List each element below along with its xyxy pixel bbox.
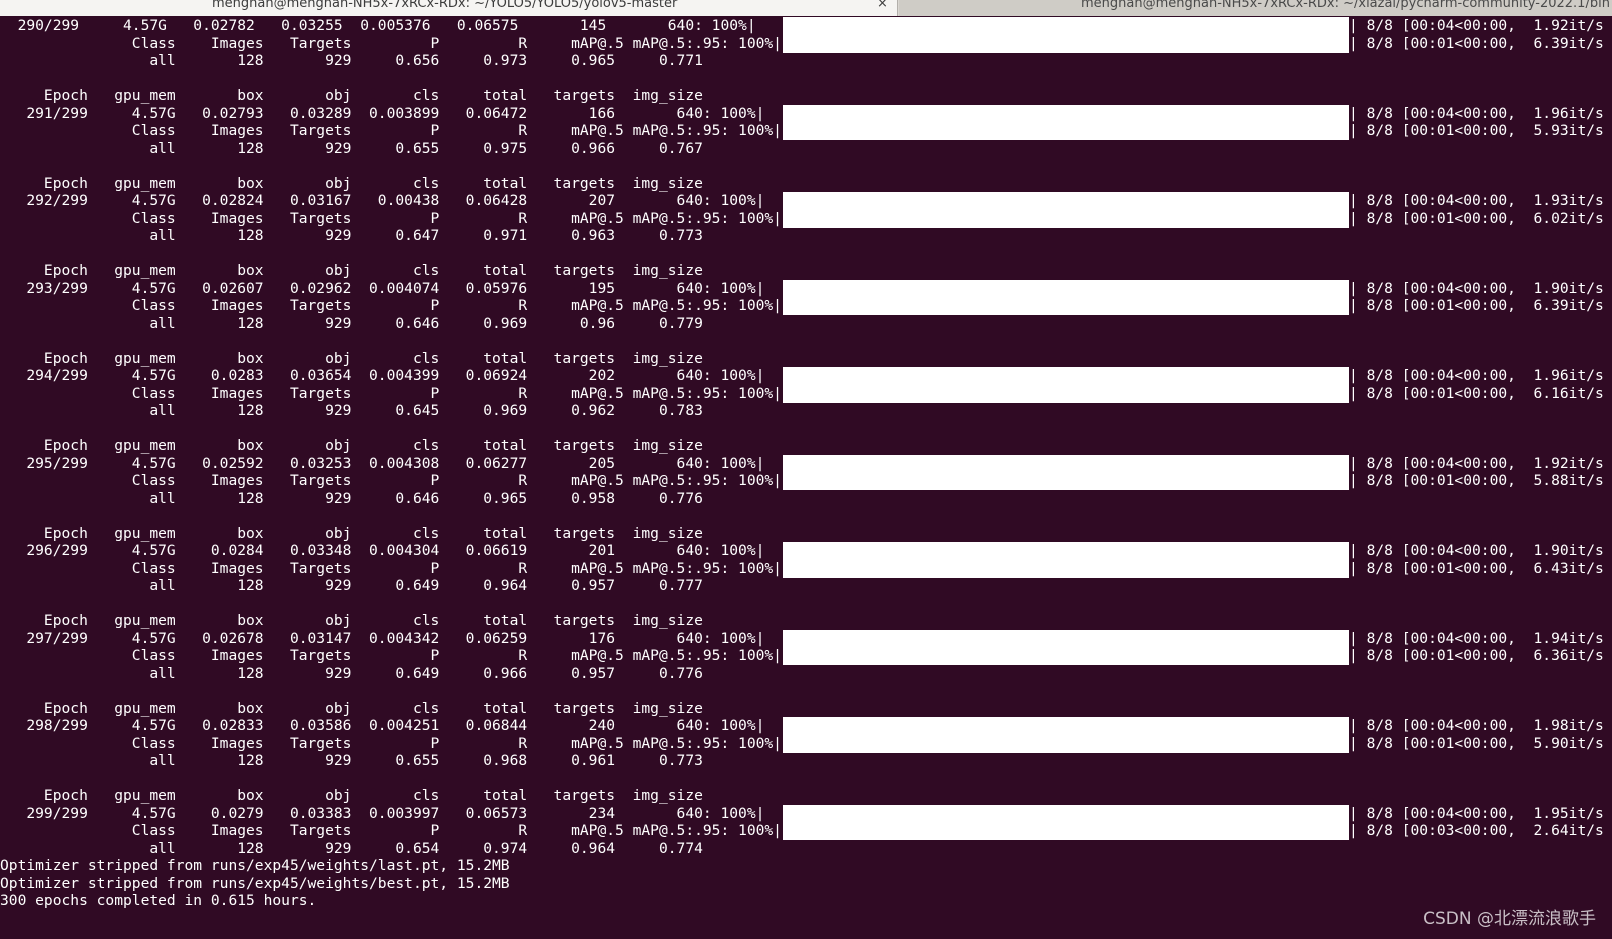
summary-line: 300 epochs completed in 0.615 hours. [0, 892, 317, 909]
train-progress-stats: | 8/8 [00:04<00:00, 1.93it/s [1349, 192, 1604, 209]
epoch-header-line: Epoch gpu_mem box obj cls total targets … [0, 524, 703, 542]
val-result-line: all 128 929 0.655 0.968 0.961 0.773 [0, 752, 703, 769]
val-progress-bar [783, 384, 1349, 403]
val-result-line: all 128 929 0.656 0.973 0.965 0.771 [0, 52, 703, 69]
train-progress-bar [783, 542, 1349, 560]
terminal-output[interactable]: 290/299 4.57G 0.02782 0.03255 0.005376 0… [0, 16, 1612, 939]
epoch-header-line: Epoch gpu_mem box obj cls total targets … [0, 349, 703, 367]
val-progress-bar [783, 647, 1349, 665]
train-progress-bar [783, 192, 1349, 210]
train-progress-bar [783, 804, 1349, 823]
train-progress-stats: | 8/8 [00:04<00:00, 1.96it/s [1349, 104, 1604, 122]
train-progress-bar [783, 104, 1349, 123]
watermark: CSDN @北漂流浪歌手 [1423, 909, 1596, 929]
train-progress-stats: | 8/8 [00:04<00:00, 1.90it/s [1349, 279, 1604, 297]
val-progress-bar [783, 734, 1349, 753]
val-progress-bar [783, 122, 1349, 140]
close-icon[interactable]: × [877, 0, 888, 10]
terminal-tab-bar: menghan@menghan-NH5x-7xRCx-RDx: ~/YOLO5/… [0, 0, 1612, 16]
val-progress-bar [783, 297, 1349, 315]
epoch-header-line: Epoch gpu_mem box obj cls total targets … [0, 699, 703, 717]
train-progress-bar [783, 629, 1349, 648]
train-progress-stats: | 8/8 [00:04<00:00, 1.94it/s [1349, 629, 1604, 647]
val-progress-stats: | 8/8 [00:01<00:00, 6.39it/s [1349, 297, 1604, 314]
val-progress-bar [783, 209, 1349, 228]
val-progress-stats: | 8/8 [00:01<00:00, 6.43it/s [1349, 559, 1604, 577]
val-result-line: all 128 929 0.646 0.965 0.958 0.776 [0, 489, 703, 507]
epoch-header-line: Epoch gpu_mem box obj cls total targets … [0, 437, 703, 454]
train-progress-stats: | 8/8 [00:04<00:00, 1.96it/s [1349, 367, 1604, 384]
val-result-line: all 128 929 0.649 0.966 0.957 0.776 [0, 664, 703, 682]
train-progress-stats: | 8/8 [00:04<00:00, 1.95it/s [1349, 804, 1604, 822]
epoch-header-line: Epoch gpu_mem box obj cls total targets … [0, 87, 703, 104]
train-progress-bar [783, 717, 1349, 735]
terminal-tab-yolov5[interactable]: menghan@menghan-NH5x-7xRCx-RDx: ~/YOLO5/… [0, 0, 898, 16]
train-progress-bar [783, 454, 1349, 473]
epoch-header-line: Epoch gpu_mem box obj cls total targets … [0, 262, 703, 279]
train-progress-stats: | 8/8 [00:04<00:00, 1.98it/s [1349, 717, 1604, 734]
epoch-header-line: Epoch gpu_mem box obj cls total targets … [0, 612, 703, 629]
val-progress-stats: | 8/8 [00:01<00:00, 5.90it/s [1349, 734, 1604, 752]
val-result-line: all 128 929 0.654 0.974 0.964 0.774 [0, 839, 703, 857]
val-progress-stats: | 8/8 [00:01<00:00, 6.16it/s [1349, 384, 1604, 402]
tab-title: menghan@menghan-NH5x-7xRCx-RDx: ~/YOLO5/… [212, 0, 678, 11]
val-progress-stats: | 8/8 [00:01<00:00, 6.02it/s [1349, 209, 1604, 227]
val-progress-stats: | 8/8 [00:01<00:00, 5.93it/s [1349, 122, 1604, 139]
val-result-line: all 128 929 0.647 0.971 0.963 0.773 [0, 227, 703, 244]
val-progress-stats: | 8/8 [00:01<00:00, 5.88it/s [1349, 472, 1604, 489]
val-result-line: all 128 929 0.655 0.975 0.966 0.767 [0, 139, 703, 157]
train-progress-stats: | 8/8 [00:04<00:00, 1.92it/s [1349, 454, 1604, 472]
val-progress-bar [783, 822, 1349, 840]
tab-title: menghan@menghan-NH5x-7xRCx-RDx: ~/xiazai… [1081, 0, 1610, 11]
train-progress-bar [783, 367, 1349, 385]
val-progress-bar [783, 34, 1349, 53]
val-result-line: all 128 929 0.646 0.969 0.96 0.779 [0, 314, 703, 332]
terminal-tab-pycharm[interactable]: menghan@menghan-NH5x-7xRCx-RDx: ~/xiazai… [899, 0, 1612, 16]
val-progress-stats: | 8/8 [00:01<00:00, 6.39it/s [1349, 34, 1604, 52]
summary-line: Optimizer stripped from runs/exp45/weigh… [0, 857, 510, 874]
val-progress-bar [783, 472, 1349, 490]
train-progress-stats: | 8/8 [00:04<00:00, 1.90it/s [1349, 542, 1604, 559]
val-result-line: all 128 929 0.649 0.964 0.957 0.777 [0, 577, 703, 594]
summary-line: Optimizer stripped from runs/exp45/weigh… [0, 874, 510, 892]
val-progress-stats: | 8/8 [00:03<00:00, 2.64it/s [1349, 822, 1604, 839]
train-progress-bar [783, 279, 1349, 298]
val-result-line: all 128 929 0.645 0.969 0.962 0.783 [0, 402, 703, 419]
train-progress-stats: | 8/8 [00:04<00:00, 1.92it/s [1349, 17, 1604, 34]
val-progress-bar [783, 559, 1349, 578]
train-progress-bar [783, 17, 1349, 35]
epoch-header-line: Epoch gpu_mem box obj cls total targets … [0, 787, 703, 804]
epoch-header-line: Epoch gpu_mem box obj cls total targets … [0, 174, 703, 192]
val-progress-stats: | 8/8 [00:01<00:00, 6.36it/s [1349, 647, 1604, 664]
